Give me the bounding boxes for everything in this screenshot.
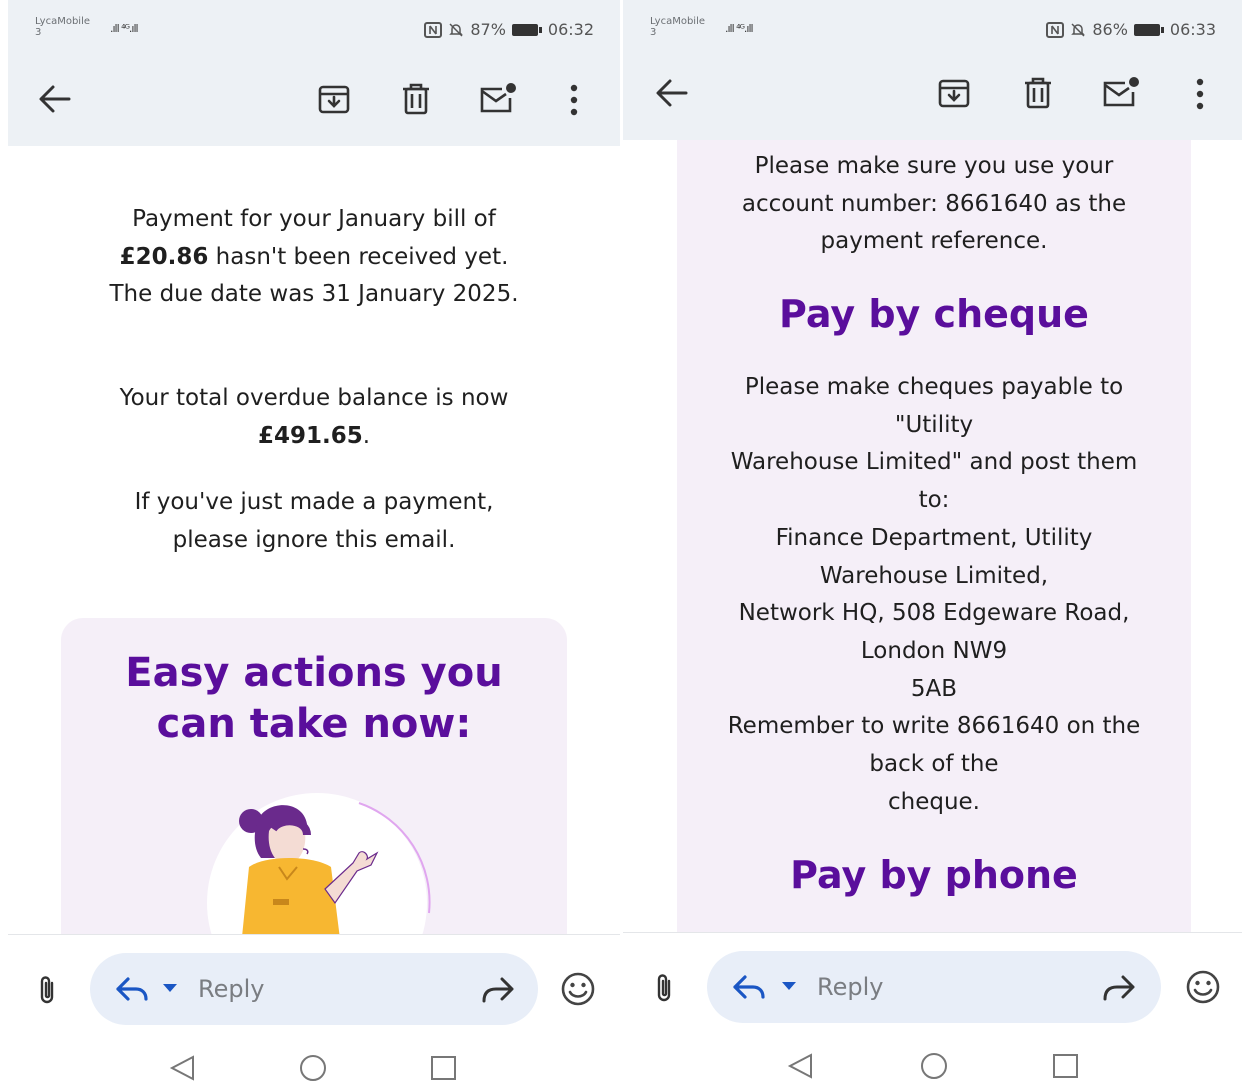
- phone-heading: Pay by phone: [790, 853, 1078, 897]
- status-right: 86% 06:33: [1046, 20, 1216, 39]
- overdue-paragraph: Your total overdue balance is now £491.6…: [108, 380, 520, 455]
- reply-icon[interactable]: [731, 973, 767, 1003]
- nav-home-icon[interactable]: [920, 1053, 948, 1081]
- payment-options-card: Please make sure you use your account nu…: [677, 140, 1191, 934]
- back-arrow-icon[interactable]: [655, 78, 689, 108]
- dropdown-arrow-icon[interactable]: [781, 981, 797, 991]
- right-screenshot: LycaMobile 3 .ıll ⁴ᴳ.ıll 86% 06:33 Pleas…: [623, 0, 1242, 1082]
- actions-card: Easy actions you can take now:: [61, 618, 567, 936]
- more-vert-icon[interactable]: [568, 84, 580, 116]
- nfc-icon: [424, 21, 443, 38]
- signal-icon: .ıll ⁴ᴳ.ıll: [725, 22, 754, 35]
- forward-icon[interactable]: [1101, 973, 1135, 1001]
- bill-amount: £20.86: [119, 243, 209, 270]
- cheque-line: "Utility: [894, 411, 974, 438]
- actions-heading: Easy actions you can take now:: [125, 650, 503, 747]
- battery-icon: [1133, 23, 1164, 36]
- battery-percent: 87%: [470, 20, 506, 39]
- archive-icon[interactable]: [317, 82, 351, 116]
- bill-text-pre: Payment for your January bill of: [132, 206, 496, 232]
- emoji-icon[interactable]: [560, 971, 596, 1007]
- cheque-line: Finance Department, Utility: [775, 524, 1093, 551]
- battery-icon: [511, 23, 542, 36]
- cheque-line: back of the: [869, 751, 999, 778]
- more-vert-icon[interactable]: [1194, 78, 1206, 110]
- email-body: Payment for your January bill of £20.86 …: [8, 146, 620, 936]
- delete-icon[interactable]: [401, 82, 431, 116]
- attach-icon[interactable]: [36, 973, 58, 1007]
- reply-placeholder: Reply: [817, 973, 884, 1001]
- system-nav-bar: [8, 1047, 620, 1082]
- reply-icon[interactable]: [114, 975, 150, 1005]
- carrier-label: LycaMobile: [650, 16, 705, 27]
- nav-recents-icon[interactable]: [1052, 1053, 1080, 1079]
- status-bar: LycaMobile 3 .ıll ⁴ᴳ.ıll 86% 06:33: [623, 0, 1242, 58]
- left-screenshot: LycaMobile 3 .ıll ⁴ᴳ.ıll 87% 06:32 Payme…: [8, 0, 620, 1082]
- system-nav-bar: [623, 1045, 1242, 1081]
- cheque-line: to:: [918, 487, 950, 514]
- cheque-heading: Pay by cheque: [779, 292, 1089, 336]
- carrier-name: LycaMobile 3: [35, 16, 90, 38]
- battery-percent: 86%: [1092, 20, 1128, 39]
- cheque-line: Warehouse Limited,: [819, 562, 1049, 589]
- clock: 06:32: [547, 20, 594, 39]
- email-body: Please make sure you use your account nu…: [623, 140, 1242, 934]
- reply-bar: Reply: [623, 932, 1242, 1080]
- reply-input[interactable]: Reply: [90, 953, 538, 1025]
- cheque-line: London NW9: [860, 637, 1008, 664]
- cheque-line: Warehouse Limited" and post them: [730, 449, 1138, 476]
- carrier-name: LycaMobile 3: [650, 16, 705, 38]
- emoji-icon[interactable]: [1185, 969, 1221, 1005]
- nav-back-icon[interactable]: [787, 1053, 815, 1079]
- nav-recents-icon[interactable]: [430, 1055, 458, 1081]
- silent-bell-icon: [1071, 22, 1086, 37]
- delete-icon[interactable]: [1023, 76, 1053, 110]
- cheque-instructions: Please make cheques payable to "Utility …: [677, 369, 1191, 821]
- message-toolbar: [623, 58, 1242, 140]
- overdue-amount: £491.65: [257, 422, 363, 449]
- back-arrow-icon[interactable]: [38, 84, 72, 114]
- forward-icon[interactable]: [480, 975, 514, 1003]
- cheque-line: Remember to write 8661640 on the: [727, 713, 1141, 740]
- carrier-sub: 3: [35, 27, 42, 38]
- cheque-line: Please make cheques payable to: [744, 374, 1124, 400]
- mark-unread-icon[interactable]: [478, 82, 518, 114]
- signal-icon: .ıll ⁴ᴳ.ıll: [110, 22, 139, 35]
- mark-unread-icon[interactable]: [1101, 76, 1141, 108]
- carrier-label: LycaMobile: [35, 16, 90, 27]
- reply-bar: Reply: [8, 934, 620, 1082]
- clock: 06:33: [1169, 20, 1216, 39]
- overdue-text-post: .: [362, 422, 371, 449]
- status-right: 87% 06:32: [424, 20, 594, 39]
- attach-icon[interactable]: [653, 971, 675, 1005]
- message-toolbar: [8, 58, 620, 146]
- cheque-line: cheque.: [887, 788, 980, 815]
- carrier-sub: 3: [650, 27, 657, 38]
- nav-back-icon[interactable]: [169, 1055, 197, 1081]
- status-bar: LycaMobile 3 .ıll ⁴ᴳ.ıll 87% 06:32: [8, 0, 620, 58]
- cheque-line: Network HQ, 508 Edgeware Road,: [738, 600, 1130, 627]
- nfc-icon: [1046, 21, 1065, 38]
- reply-input[interactable]: Reply: [707, 951, 1161, 1023]
- reply-placeholder: Reply: [198, 975, 265, 1003]
- ignore-paragraph: If you've just made a payment, please ig…: [134, 489, 494, 553]
- dropdown-arrow-icon[interactable]: [162, 983, 178, 993]
- archive-icon[interactable]: [937, 76, 971, 110]
- overdue-text-pre: Your total overdue balance is now: [119, 385, 509, 411]
- nav-home-icon[interactable]: [299, 1055, 327, 1082]
- silent-bell-icon: [449, 22, 464, 37]
- cheque-line: 5AB: [910, 675, 958, 702]
- reference-paragraph: Please make sure you use your account nu…: [741, 153, 1127, 255]
- helper-illustration: [207, 793, 431, 936]
- bill-paragraph: Payment for your January bill of £20.86 …: [108, 201, 520, 314]
